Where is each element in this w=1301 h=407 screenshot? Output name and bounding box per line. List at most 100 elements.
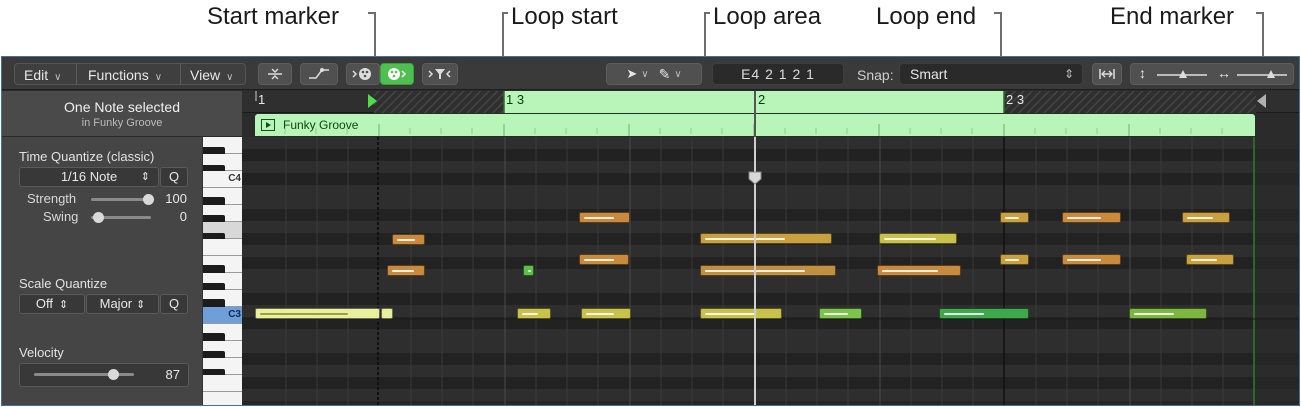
- collapse-button[interactable]: [258, 63, 292, 85]
- midi-draw-button[interactable]: [300, 63, 338, 85]
- note[interactable]: [387, 265, 425, 276]
- horizontal-zoom-knob: [1267, 70, 1275, 78]
- note-grid[interactable]: [242, 137, 1299, 405]
- midi-out-button[interactable]: [380, 63, 414, 85]
- selection-info: One Note selected in Funky Groove: [2, 91, 242, 137]
- strength-knob[interactable]: [143, 194, 154, 205]
- velocity-bar: [1187, 217, 1213, 219]
- note[interactable]: [579, 254, 629, 265]
- note[interactable]: [700, 265, 836, 276]
- velocity-bar: [392, 270, 414, 272]
- strength-row: Strength 100: [19, 191, 195, 207]
- callout-loop-end-text: Loop end: [876, 3, 977, 30]
- white-key[interactable]: [203, 375, 243, 392]
- snap-select[interactable]: Smart ⇕: [899, 63, 1083, 85]
- selection-subtitle: in Funky Groove: [81, 117, 163, 129]
- updown-icon: ⇕: [140, 171, 150, 183]
- velocity-bar: [1191, 259, 1217, 261]
- note[interactable]: [1186, 254, 1234, 265]
- velocity-bar: [705, 238, 785, 240]
- time-quantize-value: 1/16 Note: [60, 169, 118, 184]
- snap-value: Smart: [910, 66, 948, 82]
- note[interactable]: [581, 308, 631, 319]
- note[interactable]: [879, 233, 957, 244]
- piano-keyboard[interactable]: C4 C3: [202, 137, 243, 405]
- time-quantize-select[interactable]: 1/16 Note ⇕: [19, 167, 159, 187]
- note[interactable]: [939, 308, 1029, 319]
- ruler-bar-2-3: 2 3: [1006, 92, 1025, 107]
- link-button[interactable]: [1092, 63, 1122, 85]
- functions-menu[interactable]: Functions ∨: [88, 67, 162, 83]
- note[interactable]: [1062, 254, 1121, 265]
- velocity-field: 87: [19, 363, 189, 387]
- end-marker-icon[interactable]: [1257, 94, 1266, 108]
- tool-selector[interactable]: ➤ ∨ ✎ ∨: [606, 63, 702, 85]
- scale-q-button[interactable]: Q: [160, 294, 188, 314]
- ruler-hatch-right: [1004, 91, 1256, 113]
- scale-type-value: Major: [99, 296, 133, 311]
- note[interactable]: [1129, 308, 1207, 319]
- note[interactable]: [1182, 212, 1230, 223]
- white-key-c3[interactable]: C3: [203, 307, 243, 324]
- filter-icon: [428, 69, 451, 79]
- note[interactable]: [877, 265, 961, 276]
- chevron-down-icon: ∨: [226, 72, 234, 83]
- callout-loop-end-line: [1000, 12, 1002, 56]
- chevron-down-icon: ∨: [674, 68, 682, 80]
- strength-value: 100: [165, 191, 187, 206]
- callout-end-marker-text: End marker: [1110, 3, 1235, 30]
- swing-label: Swing: [43, 209, 79, 224]
- functions-menu-label: Functions: [88, 67, 149, 83]
- note[interactable]: [700, 233, 832, 244]
- playhead-handle[interactable]: [748, 171, 762, 185]
- note[interactable]: [700, 308, 782, 319]
- velocity-bar: [1005, 259, 1019, 261]
- note[interactable]: [579, 212, 630, 223]
- vertical-zoom-slider[interactable]: [1157, 70, 1207, 78]
- midi-filter-button[interactable]: [422, 63, 458, 85]
- pointer-tool-icon: ➤: [626, 66, 638, 81]
- scale-root-select[interactable]: Off ⇕: [19, 294, 85, 314]
- swing-row: Swing 0: [19, 209, 195, 225]
- velocity-knob[interactable]: [108, 369, 119, 380]
- note[interactable]: [517, 308, 551, 319]
- swing-knob[interactable]: [93, 212, 104, 223]
- fit-width-icon: [1099, 69, 1115, 79]
- view-menu[interactable]: View ∨: [190, 67, 233, 83]
- callout-loop-area-text: Loop area: [713, 3, 822, 30]
- c3-label: C3: [228, 309, 241, 320]
- ruler-hatch-left: [374, 91, 504, 113]
- velocity-bar: [586, 313, 614, 315]
- horizontal-zoom-slider[interactable]: [1237, 70, 1287, 78]
- callout-loop-end-hook: [994, 12, 1000, 14]
- note[interactable]: [392, 234, 425, 245]
- vertical-zoom-icon: ↕: [1139, 65, 1146, 81]
- note[interactable]: [1000, 212, 1029, 223]
- time-quantize-q-button[interactable]: Q: [160, 167, 188, 187]
- velocity-slider[interactable]: [34, 373, 134, 376]
- strength-slider[interactable]: [91, 198, 151, 201]
- bar-ruler[interactable]: 1 1 3 2 2 3: [242, 91, 1299, 113]
- callout-end-marker-line: [1262, 12, 1264, 56]
- velocity-bar: [584, 259, 614, 261]
- callout-loop-start-text: Loop start: [511, 3, 618, 30]
- white-key[interactable]: [203, 392, 243, 405]
- ruler-bar-2: 2: [758, 92, 766, 107]
- velocity-bar: [1005, 217, 1019, 219]
- inspector-panel: One Note selected in Funky Groove Time Q…: [2, 91, 242, 405]
- velocity-bar: [584, 217, 614, 219]
- note[interactable]: [1000, 254, 1029, 265]
- curve-icon: [309, 68, 329, 79]
- edit-menu[interactable]: Edit ∨: [24, 67, 61, 83]
- midi-in-button[interactable]: [346, 63, 380, 85]
- white-key[interactable]: [203, 239, 243, 256]
- white-key-c4[interactable]: C4: [203, 171, 243, 188]
- note[interactable]: [523, 265, 534, 276]
- callout-start-marker-text: Start marker: [207, 3, 340, 30]
- note-selected[interactable]: [255, 308, 380, 319]
- note[interactable]: [819, 308, 862, 319]
- updown-icon: ⇕: [58, 299, 69, 311]
- scale-type-select[interactable]: Major ⇕: [86, 294, 159, 314]
- note[interactable]: [381, 308, 393, 319]
- note[interactable]: [1062, 212, 1121, 223]
